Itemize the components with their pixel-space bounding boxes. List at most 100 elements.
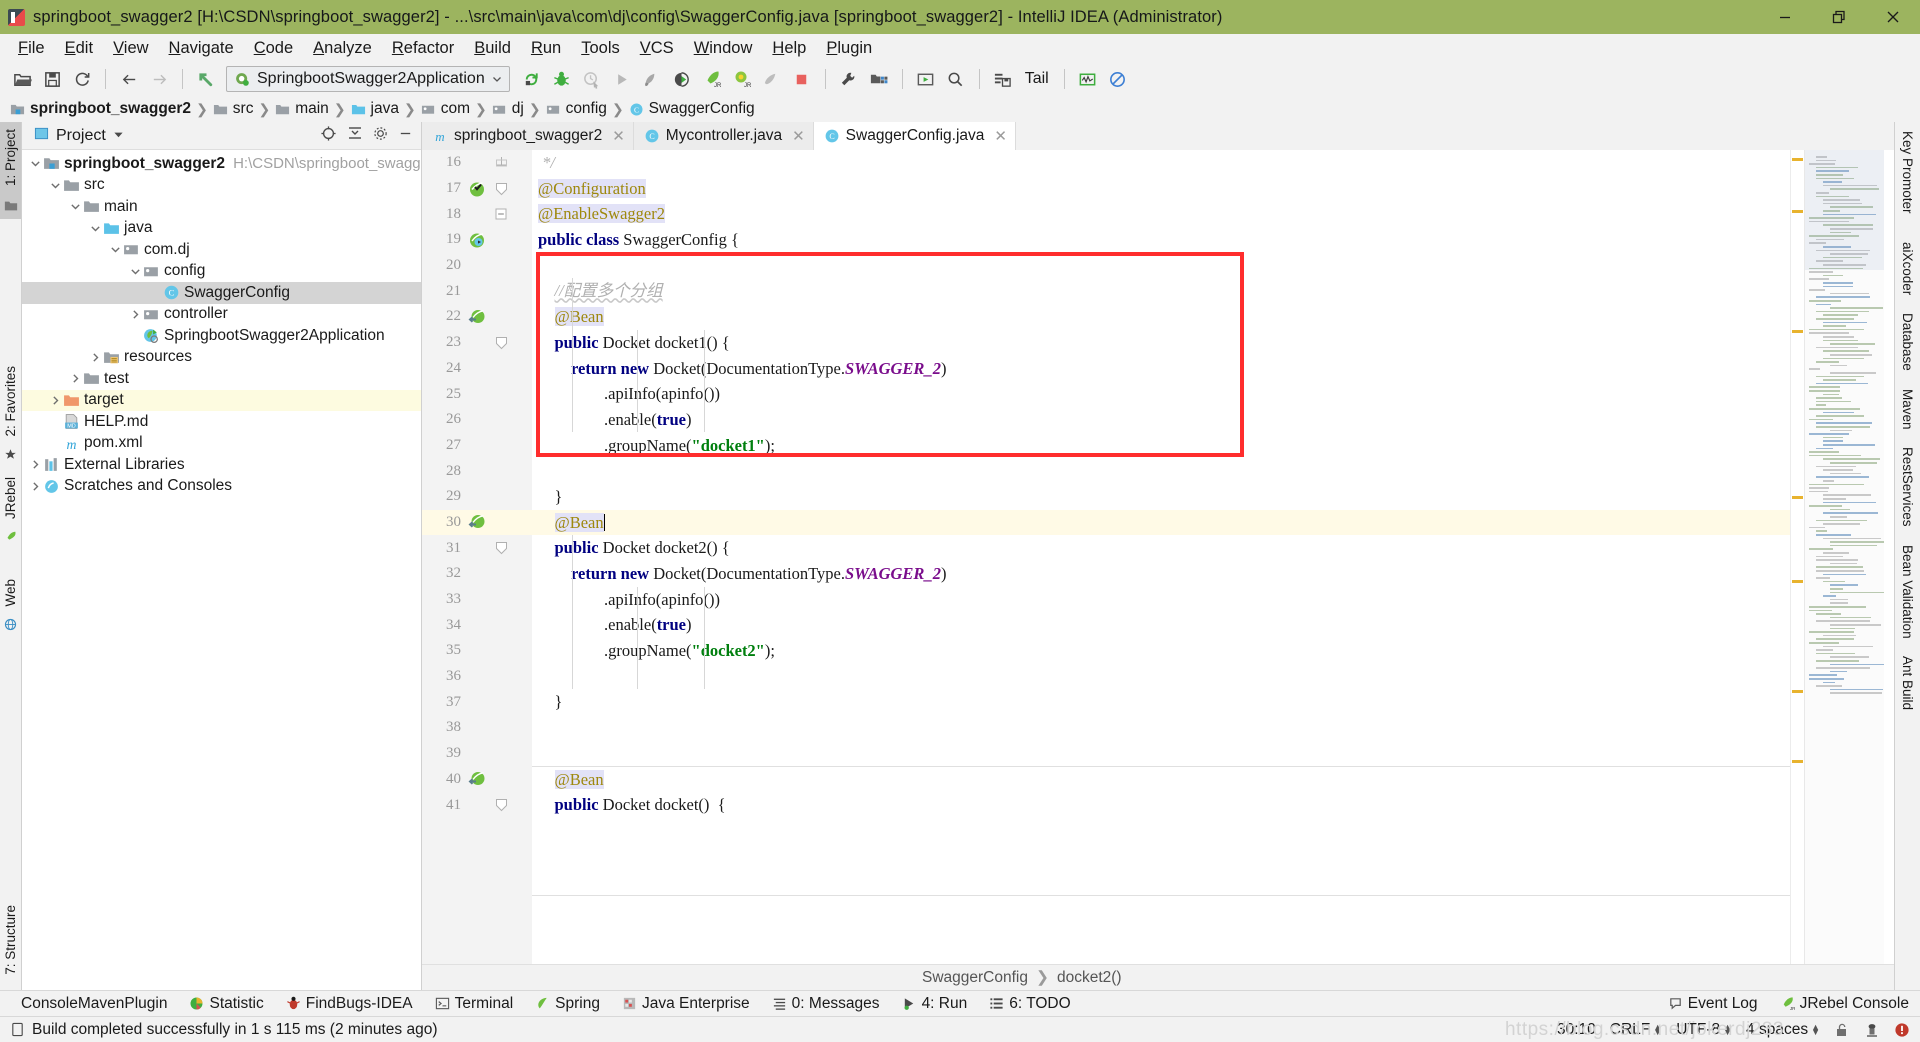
forward-arrow-icon[interactable] <box>145 66 173 92</box>
spring-bean-icon[interactable] <box>464 231 490 249</box>
gutter-line-39[interactable]: 39 <box>422 741 532 767</box>
code-line-28[interactable] <box>532 458 1790 484</box>
right-rail-item-ant-build[interactable]: Ant Build <box>1896 647 1919 719</box>
tree-node-test[interactable]: test <box>22 368 421 390</box>
hide-panel-icon[interactable] <box>398 126 413 146</box>
code-line-38[interactable] <box>532 715 1790 741</box>
gutter-line-30[interactable]: 30 <box>422 509 532 536</box>
right-rail-item-restservices[interactable]: RestServices <box>1896 438 1919 536</box>
minimap-viewport[interactable] <box>1805 150 1884 270</box>
tail-button[interactable]: Tail <box>1019 70 1055 88</box>
bean-arrow-run-icon[interactable] <box>464 770 490 788</box>
coverage-icon[interactable] <box>578 66 606 92</box>
code-line-22[interactable]: @Bean <box>532 304 1790 330</box>
fold-marker-collapse-square[interactable] <box>490 208 512 220</box>
code-line-32[interactable]: return new Docket(DocumentationType.SWAG… <box>532 561 1790 587</box>
no-entry-icon[interactable] <box>1104 66 1132 92</box>
rail-item-project[interactable]: 1: Project <box>0 122 21 194</box>
gutter-line-26[interactable]: 26 <box>422 407 532 433</box>
menu-item-vcs[interactable]: VCS <box>630 37 684 60</box>
menu-item-view[interactable]: View <box>103 37 158 60</box>
menu-item-analyze[interactable]: Analyze <box>303 37 382 60</box>
tool-button-terminal[interactable]: Terminal <box>424 995 525 1013</box>
fold-marker-collapse-down[interactable] <box>490 798 512 812</box>
code-line-16[interactable]: */ <box>532 150 1790 176</box>
tree-node-config[interactable]: config <box>22 261 421 283</box>
warning-marker[interactable] <box>1792 210 1803 213</box>
fold-marker-end[interactable] <box>490 156 512 170</box>
right-rail-item-database[interactable]: Database <box>1896 304 1919 380</box>
code-line-36[interactable] <box>532 664 1790 690</box>
jrebel-profile-icon[interactable] <box>758 66 786 92</box>
project-structure-icon[interactable] <box>865 66 893 92</box>
code-line-23[interactable]: public Docket docket1() { <box>532 330 1790 356</box>
menu-item-help[interactable]: Help <box>762 37 816 60</box>
chevron-right-icon[interactable] <box>48 395 62 406</box>
fold-marker-collapse-down[interactable] <box>490 182 512 196</box>
monitor-icon[interactable] <box>1074 66 1102 92</box>
tree-node-target[interactable]: target <box>22 389 421 411</box>
run-configuration-selector[interactable]: SpringbootSwagger2Application <box>226 66 510 92</box>
rerun-icon[interactable] <box>518 66 546 92</box>
restore-button[interactable] <box>1812 0 1866 34</box>
tree-node-swaggerconfig[interactable]: C SwaggerConfig <box>22 282 421 304</box>
tool-button-consolemavenplugin[interactable]: ConsoleMavenPlugin <box>10 995 178 1013</box>
tool-button-spring[interactable]: Spring <box>524 995 611 1013</box>
menu-item-plugin[interactable]: Plugin <box>816 37 882 60</box>
tree-node-help-md[interactable]: MD HELP.md <box>22 411 421 433</box>
globe-icon[interactable] <box>0 613 21 635</box>
right-rail-item-bean-validation[interactable]: Bean Validation <box>1896 536 1919 648</box>
right-rail-item-aixcoder[interactable]: aiXcoder <box>1896 233 1919 304</box>
menu-item-build[interactable]: Build <box>464 37 521 60</box>
sync-icon[interactable] <box>68 66 96 92</box>
right-rail-item-key-promoter[interactable]: Key Promoter <box>1896 122 1919 223</box>
jrebel-run-icon[interactable]: JR <box>698 66 726 92</box>
tab-close-icon[interactable]: ✕ <box>994 127 1007 145</box>
gutter-line-21[interactable]: 21 <box>422 278 532 304</box>
chevron-down-icon[interactable] <box>108 244 122 255</box>
warning-marker[interactable] <box>1792 690 1803 693</box>
settings-wrench-icon[interactable] <box>835 66 863 92</box>
code-line-27[interactable]: .groupName("docket1"); <box>532 433 1790 459</box>
minimize-button[interactable] <box>1758 0 1812 34</box>
editor-tab-springboot-swagger2[interactable]: m springboot_swagger2 ✕ <box>422 122 634 150</box>
code-line-30[interactable]: @Bean <box>532 509 1790 536</box>
warning-marker[interactable] <box>1792 580 1803 583</box>
code-line-25[interactable]: .apiInfo(apinfo()) <box>532 381 1790 407</box>
menu-item-refactor[interactable]: Refactor <box>382 37 464 60</box>
profile-icon[interactable] <box>638 66 666 92</box>
gutter-line-29[interactable]: 29 <box>422 484 532 510</box>
code-line-34[interactable]: .enable(true) <box>532 612 1790 638</box>
chevron-down-icon[interactable] <box>48 180 62 191</box>
gutter-line-32[interactable]: 32 <box>422 561 532 587</box>
code-line-37[interactable]: } <box>532 689 1790 715</box>
indent-selector[interactable]: 4 spaces ▲ ▼ <box>1746 1021 1820 1039</box>
chevron-down-icon[interactable] <box>28 158 42 169</box>
menu-item-navigate[interactable]: Navigate <box>159 37 244 60</box>
tree-node-external-libraries[interactable]: External Libraries <box>22 454 421 476</box>
jrebel-debug-icon[interactable]: JR <box>728 66 756 92</box>
gutter-line-40[interactable]: 40 <box>422 767 532 793</box>
gutter-line-33[interactable]: 33 <box>422 587 532 613</box>
code-line-33[interactable]: .apiInfo(apinfo()) <box>532 587 1790 613</box>
chevron-down-icon[interactable] <box>88 223 102 234</box>
tool-button-java-enterprise[interactable]: Java Enterprise <box>611 995 761 1013</box>
tool-button-0--messages[interactable]: 0: Messages <box>761 995 891 1013</box>
code-minimap[interactable] <box>1804 150 1884 964</box>
editor-tab-mycontroller-java[interactable]: C Mycontroller.java ✕ <box>633 122 814 150</box>
chevron-right-icon[interactable] <box>68 373 82 384</box>
chevron-right-icon[interactable] <box>28 459 42 470</box>
gutter-line-36[interactable]: 36 <box>422 664 532 690</box>
gutter-line-20[interactable]: 20 <box>422 253 532 279</box>
chevron-right-icon[interactable] <box>88 352 102 363</box>
gutter-line-41[interactable]: 41 <box>422 792 532 818</box>
breadcrumb-item-config[interactable]: config <box>546 100 610 118</box>
chevron-down-icon[interactable] <box>68 201 82 212</box>
project-tree[interactable]: springboot_swagger2 H:\CSDN\springboot_sw… <box>22 150 421 990</box>
code-line-24[interactable]: return new Docket(DocumentationType.SWAG… <box>532 356 1790 382</box>
breadcrumb-item-src[interactable]: src <box>213 100 257 118</box>
editor-gutter[interactable]: 16 17 18 19 20 21 22 23 24 25 26 27 28 29 30 31 32 33 34 35… <box>422 150 532 964</box>
run-with-icon[interactable] <box>668 66 696 92</box>
collapse-all-icon[interactable] <box>347 125 363 146</box>
code-line-19[interactable]: public class SwaggerConfig { <box>532 227 1790 253</box>
